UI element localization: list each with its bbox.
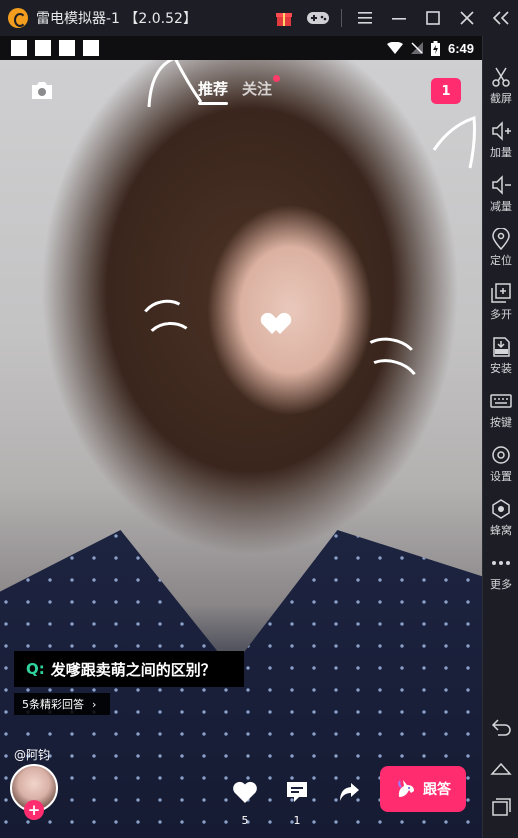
answers-link[interactable]: 5条精彩回答 ›: [14, 693, 110, 715]
multi-open-icon: [491, 283, 511, 303]
camera-icon[interactable]: [30, 80, 54, 100]
home-icon: [490, 762, 512, 775]
settings-gear-icon: [492, 446, 510, 464]
toolbar-settings[interactable]: 设置: [483, 444, 518, 484]
hive-icon: [492, 499, 510, 519]
gift-icon[interactable]: [267, 0, 301, 36]
nav-back-button[interactable]: [483, 716, 518, 738]
toolbar-multi-open[interactable]: 多开: [483, 282, 518, 322]
cat-ear-filter-left: [147, 60, 203, 108]
no-signal-icon: [410, 42, 423, 54]
heart-icon: [233, 781, 257, 803]
toolbar-keymap[interactable]: 按键: [483, 390, 518, 430]
titlebar-controls: [267, 0, 518, 36]
battery-icon: [430, 40, 440, 56]
tab-recommended[interactable]: 推荐: [198, 78, 229, 105]
toolbar-screenshot[interactable]: 截屏: [483, 66, 518, 106]
clock-time: 6:49: [447, 40, 474, 56]
follow-plus-icon[interactable]: +: [24, 800, 44, 820]
comment-count: 1: [293, 814, 301, 827]
android-statusbar: 6:49: [0, 36, 482, 60]
new-dot-indicator: [273, 75, 281, 82]
cat-nose-filter: [266, 314, 292, 336]
tab-following[interactable]: 关注: [242, 75, 281, 105]
emulator-titlebar: 雷电模拟器-1 【2.0.52】: [0, 0, 518, 36]
nav-recents-button[interactable]: [483, 796, 518, 818]
apk-install-icon: [493, 337, 510, 357]
toolbar-install-apk[interactable]: 安装: [483, 336, 518, 376]
like-button[interactable]: [230, 778, 260, 806]
minimize-icon[interactable]: [382, 0, 416, 36]
like-count: 5: [241, 814, 249, 827]
recents-icon: [492, 798, 511, 816]
answers-link-label: 5条精彩回答: [22, 698, 84, 711]
volume-down-icon: [492, 175, 511, 195]
notification-icon: [59, 40, 75, 56]
keyboard-icon: [490, 394, 512, 408]
comment-icon: [287, 782, 307, 802]
toolbar-hive[interactable]: 蜂窝: [483, 498, 518, 538]
volume-up-icon: [492, 121, 511, 141]
unicorn-icon: [398, 780, 414, 797]
question-prefix: Q:: [26, 660, 45, 678]
notification-icon: [11, 40, 27, 56]
message-badge[interactable]: 1: [431, 78, 461, 104]
window-title: 雷电模拟器-1 【2.0.52】: [36, 11, 197, 27]
share-arrow-icon: [340, 783, 359, 801]
feed-tabs: 推荐 关注: [198, 75, 281, 105]
double-chevron-left-icon[interactable]: [484, 0, 518, 36]
question-text: 发嗲跟卖萌之间的区别？: [50, 660, 216, 679]
location-icon: [492, 228, 510, 250]
maximize-icon[interactable]: [416, 0, 450, 36]
close-icon[interactable]: [450, 0, 484, 36]
status-indicators: 6:49: [386, 36, 474, 60]
share-button[interactable]: [334, 778, 364, 806]
notification-icon: [35, 40, 51, 56]
app-logo-icon: [8, 8, 28, 28]
notification-icon: [83, 40, 99, 56]
scissors-icon: [492, 67, 510, 87]
wifi-icon: [386, 42, 403, 54]
nav-home-button[interactable]: [483, 758, 518, 780]
emulator-toolbar: 截屏 加量 减量 定位 多开 安装 按键 设置 蜂窝 更多: [482, 36, 518, 838]
back-icon: [491, 719, 511, 736]
menu-icon[interactable]: [348, 0, 382, 36]
follow-answer-button[interactable]: 跟答: [380, 766, 466, 812]
author-name[interactable]: @阿钧: [14, 746, 50, 763]
toolbar-more[interactable]: 更多: [483, 552, 518, 592]
toolbar-volume-down[interactable]: 减量: [483, 174, 518, 214]
toolbar-location[interactable]: 定位: [483, 228, 518, 268]
more-dots-icon: [492, 561, 510, 565]
cat-ear-filter-right: [432, 115, 476, 169]
chevron-right-icon: ›: [92, 697, 97, 711]
comment-button[interactable]: [282, 778, 312, 806]
question-card[interactable]: Q: 发嗲跟卖萌之间的区别？: [14, 651, 244, 687]
titlebar-divider: [341, 9, 342, 27]
toolbar-volume-up[interactable]: 加量: [483, 120, 518, 160]
video-player[interactable]: [0, 60, 482, 838]
gamepad-icon[interactable]: [301, 0, 335, 36]
follow-answer-label: 跟答: [423, 782, 451, 798]
